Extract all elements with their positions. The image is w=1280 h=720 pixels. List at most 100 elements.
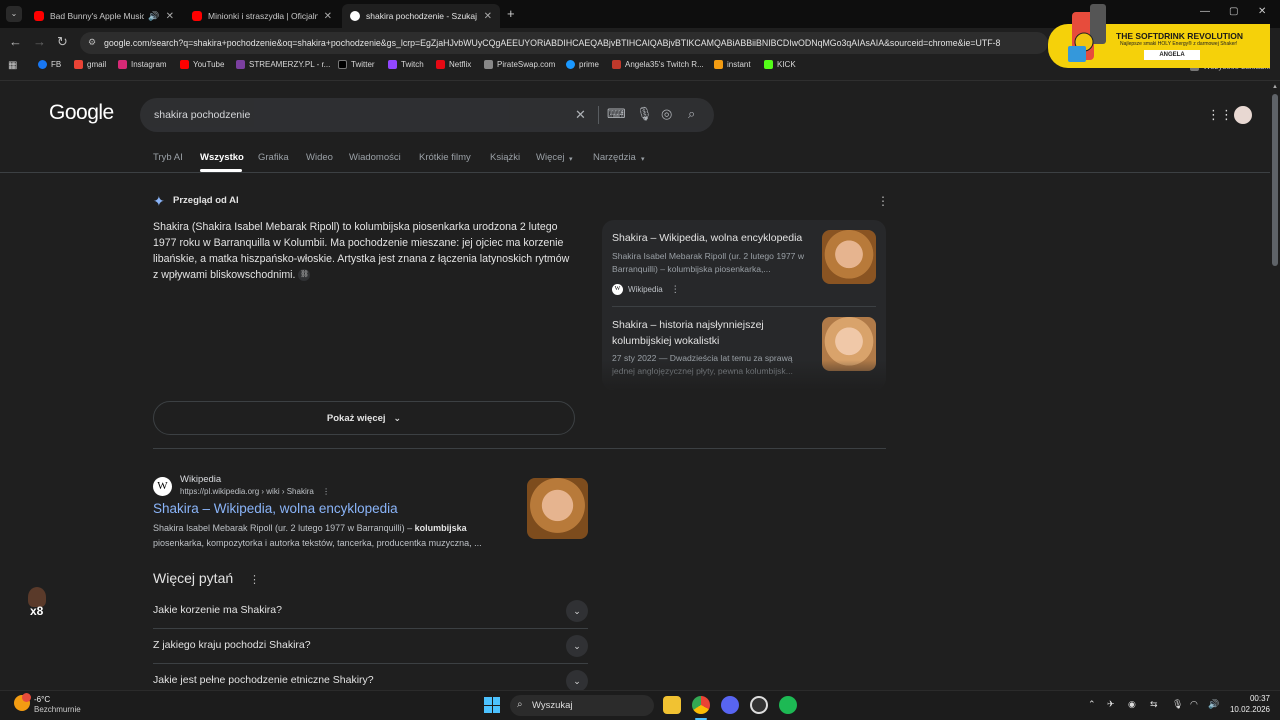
scrollbar-thumb[interactable] bbox=[1272, 94, 1278, 266]
windows-start-icon[interactable] bbox=[484, 697, 500, 713]
chevron-down-icon: ▾ bbox=[641, 156, 645, 163]
wifi-icon[interactable]: ◠ bbox=[1190, 699, 1198, 710]
weather-temperature[interactable]: -6°C bbox=[34, 695, 50, 704]
network-app-icon[interactable]: ✈ bbox=[1107, 699, 1115, 710]
chevron-up-icon[interactable]: ⌃ bbox=[1088, 699, 1096, 710]
maximize-button[interactable]: ▢ bbox=[1229, 6, 1238, 17]
new-tab-button[interactable]: + bbox=[507, 6, 515, 21]
scrollbar[interactable]: ▲ bbox=[1270, 82, 1280, 690]
clock-time[interactable]: 00:37 bbox=[1246, 694, 1270, 703]
separator bbox=[598, 106, 599, 124]
minimize-button[interactable]: — bbox=[1200, 6, 1210, 17]
close-icon[interactable]: ✕ bbox=[324, 11, 332, 22]
discord-icon[interactable] bbox=[721, 696, 739, 714]
source-title[interactable]: Shakira – Wikipedia, wolna encyklopedia bbox=[612, 230, 812, 246]
clear-icon[interactable]: ✕ bbox=[575, 107, 586, 123]
bookmark-gmail[interactable]: gmail bbox=[74, 60, 106, 69]
chevron-down-icon[interactable]: ⌄ bbox=[566, 670, 588, 692]
bookmark-twitter[interactable]: Twitter bbox=[338, 60, 375, 69]
tab-videos[interactable]: Wideo bbox=[306, 152, 333, 163]
shakira-thumbnail[interactable] bbox=[822, 230, 876, 284]
tab-all[interactable]: Wszystko bbox=[200, 152, 244, 163]
tab-shakira[interactable]: shakira pochodzenie - Szukaj w ✕ bbox=[342, 4, 500, 28]
snippet-text: Shakira Isabel Mebarak Ripoll (ur. 2 lut… bbox=[153, 523, 415, 533]
bookmark-label: STREAMERZY.PL - r... bbox=[249, 60, 331, 69]
tab-images[interactable]: Grafika bbox=[258, 152, 289, 163]
more-options-icon[interactable]: ⋮ bbox=[671, 284, 680, 295]
show-more-button[interactable]: Pokaż więcej ⌄ bbox=[153, 401, 575, 435]
result-title-link[interactable]: Shakira – Wikipedia, wolna encyklopedia bbox=[153, 501, 398, 516]
apps-grid-icon[interactable]: ▦ bbox=[8, 60, 17, 71]
language-icon[interactable]: ⇆ bbox=[1150, 699, 1158, 710]
tab-books[interactable]: Książki bbox=[490, 152, 520, 163]
tab-tools[interactable]: Narzędzia bbox=[593, 152, 636, 163]
chevron-down-icon[interactable]: ⌄ bbox=[566, 635, 588, 657]
source-site[interactable]: W Wikipedia ⋮ bbox=[612, 284, 680, 295]
bookmark-pirateswap[interactable]: PirateSwap.com bbox=[484, 60, 555, 69]
wikipedia-icon[interactable]: W bbox=[153, 477, 172, 496]
back-arrow-icon[interactable]: ← bbox=[9, 34, 22, 49]
tab-minionki[interactable]: Minionki i straszydła | Oficjalny ✕ bbox=[184, 4, 340, 28]
more-options-icon[interactable]: ⋮ bbox=[877, 194, 889, 208]
bookmark-youtube[interactable]: YouTube bbox=[180, 60, 224, 69]
result-site-name[interactable]: Wikipedia bbox=[180, 474, 221, 485]
result-url[interactable]: https://pl.wikipedia.org › wiki › Shakir… bbox=[180, 487, 330, 496]
keyboard-icon[interactable]: ⌨ bbox=[607, 106, 626, 122]
tab-short-videos[interactable]: Krótkie filmy bbox=[419, 152, 471, 163]
bookmark-prime[interactable]: prime bbox=[566, 60, 599, 69]
more-options-icon[interactable]: ⋮ bbox=[322, 487, 330, 496]
chrome-icon[interactable] bbox=[692, 696, 710, 714]
obs-icon[interactable] bbox=[750, 696, 768, 714]
google-logo[interactable]: Google bbox=[49, 101, 114, 125]
tab-bad-bunny[interactable]: Bad Bunny's Apple Music S 🔊 ✕ bbox=[26, 4, 182, 28]
search-input[interactable]: shakira pochodzenie bbox=[154, 109, 250, 121]
address-bar[interactable]: ⚙ google.com/search?q=shakira+pochodzeni… bbox=[80, 32, 1048, 54]
ai-overview-title: Przegląd od AI bbox=[173, 195, 239, 206]
link-icon[interactable]: ⛓ bbox=[298, 269, 311, 282]
microphone-icon[interactable]: 🎙 bbox=[636, 106, 653, 122]
reload-icon[interactable]: ↻ bbox=[57, 34, 68, 50]
bookmark-fb[interactable]: FB bbox=[38, 60, 61, 69]
lens-icon[interactable]: ◎ bbox=[661, 106, 672, 122]
tab-news[interactable]: Wiadomości bbox=[349, 152, 401, 163]
tab-more[interactable]: Więcej bbox=[536, 152, 565, 163]
spotify-icon[interactable] bbox=[779, 696, 797, 714]
tab-ai-mode[interactable]: Tryb AI bbox=[153, 152, 183, 163]
more-options-icon[interactable]: ⋮ bbox=[249, 573, 260, 586]
taskbar-search[interactable]: ⌕ Wyszukaj bbox=[510, 695, 654, 716]
bookmark-instant[interactable]: instant bbox=[714, 60, 751, 69]
site-info-icon[interactable]: ⚙ bbox=[88, 37, 96, 48]
question-item[interactable]: Jakie korzenie ma Shakira? ⌄ bbox=[153, 594, 588, 629]
volume-icon[interactable]: 🔊 bbox=[1208, 699, 1219, 710]
question-item[interactable]: Z jakiego kraju pochodzi Shakira? ⌄ bbox=[153, 629, 588, 664]
file-explorer-icon[interactable] bbox=[663, 696, 681, 714]
bookmark-instagram[interactable]: Instagram bbox=[118, 60, 167, 69]
shakira-thumbnail[interactable] bbox=[527, 478, 588, 539]
speaker-icon[interactable]: 🔊 bbox=[148, 11, 159, 22]
avatar[interactable] bbox=[1232, 104, 1254, 126]
bookmark-label: Angela35's Twitch R... bbox=[625, 60, 704, 69]
tab-title: Minionki i straszydła | Oficjalny bbox=[208, 11, 318, 21]
clock-date[interactable]: 10.02.2026 bbox=[1226, 705, 1270, 714]
close-icon[interactable]: ✕ bbox=[166, 11, 174, 22]
tab-search-icon[interactable]: ⌄ bbox=[6, 6, 22, 22]
weather-condition[interactable]: Bezchmurnie bbox=[34, 705, 81, 714]
microphone-icon[interactable]: 🎙 bbox=[1172, 699, 1183, 710]
bookmark-label: gmail bbox=[87, 60, 107, 69]
overlay-sticker: x8 bbox=[22, 587, 52, 621]
bookmark-streamerzy[interactable]: STREAMERZY.PL - r... bbox=[236, 60, 330, 69]
bookmark-twitch[interactable]: Twitch bbox=[388, 60, 424, 69]
promo-title: THE SOFTDRINK REVOLUTION bbox=[1116, 31, 1244, 41]
source-title[interactable]: Shakira – historia najsłynniejszej kolum… bbox=[612, 317, 812, 349]
close-window-button[interactable]: ✕ bbox=[1258, 6, 1266, 17]
chevron-down-icon[interactable]: ⌄ bbox=[566, 600, 588, 622]
bookmark-angela-twitch[interactable]: Angela35's Twitch R... bbox=[612, 60, 704, 69]
discord-tray-icon[interactable]: ◉ bbox=[1128, 699, 1136, 710]
scroll-up-icon[interactable]: ▲ bbox=[1272, 84, 1278, 90]
forward-arrow-icon[interactable]: → bbox=[33, 34, 46, 49]
close-icon[interactable]: ✕ bbox=[484, 11, 492, 22]
search-box[interactable]: shakira pochodzenie ✕ ⌨ 🎙 ◎ ⌕ bbox=[140, 98, 714, 132]
search-icon[interactable]: ⌕ bbox=[688, 106, 695, 122]
bookmark-kick[interactable]: KICK bbox=[764, 60, 796, 69]
bookmark-netflix[interactable]: Netflix bbox=[436, 60, 471, 69]
